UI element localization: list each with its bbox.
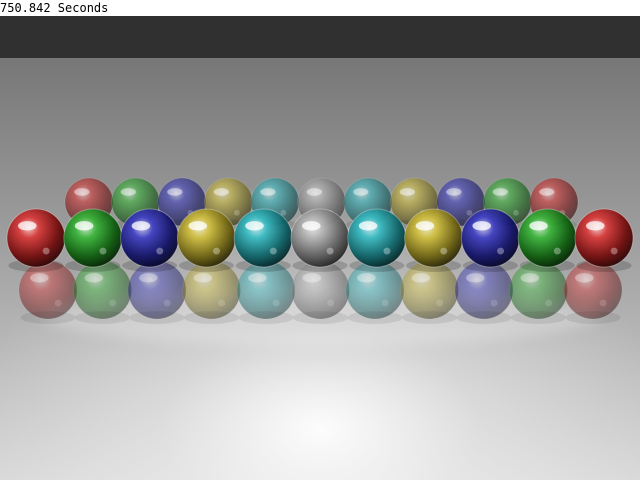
horizon-band <box>0 16 640 58</box>
status-bar: 750.842 Seconds <box>0 0 640 16</box>
middle-sphere-yellow <box>176 208 236 272</box>
render-time-label: 750.842 Seconds <box>0 1 109 15</box>
middle-sphere-green <box>63 208 123 272</box>
middle-sphere-gray <box>290 208 350 272</box>
render-window: 750.842 Seconds <box>0 0 640 480</box>
middle-sphere-yellow <box>404 208 464 272</box>
middle-sphere-cyan <box>347 208 407 272</box>
sphere-row-middle <box>6 208 634 272</box>
middle-sphere-blue <box>120 208 180 272</box>
raytraced-scene <box>0 16 640 480</box>
middle-sphere-red <box>574 208 634 272</box>
middle-sphere-red <box>6 208 66 272</box>
middle-sphere-green <box>517 208 577 272</box>
middle-sphere-cyan <box>233 208 293 272</box>
middle-sphere-blue <box>460 208 520 272</box>
